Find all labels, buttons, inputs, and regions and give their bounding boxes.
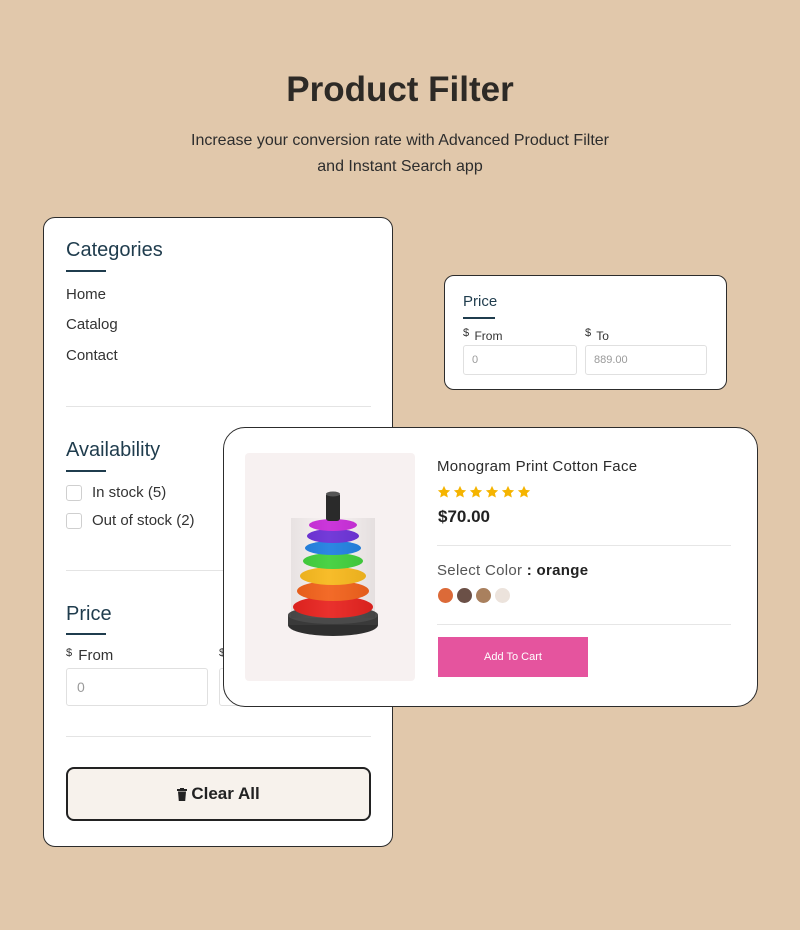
star-icon <box>485 485 499 498</box>
category-catalog[interactable]: Catalog <box>66 316 118 333</box>
select-color-label: Select Color : orange <box>437 562 589 579</box>
availability-underline <box>66 470 106 472</box>
subtitle-line-1: Increase your conversion rate with Advan… <box>191 132 609 149</box>
subtitle-line-2: and Instant Search app <box>317 158 483 175</box>
page-title: Product Filter <box>286 70 514 109</box>
swatch-orange[interactable] <box>438 588 453 603</box>
category-home[interactable]: Home <box>66 286 106 303</box>
clear-all-button[interactable]: Clear All <box>66 767 371 821</box>
categories-title: Categories <box>66 239 163 261</box>
product-divider <box>437 624 731 625</box>
categories-underline <box>66 270 106 272</box>
product-image[interactable] <box>245 453 415 681</box>
price-widget-underline <box>463 317 495 319</box>
star-icon <box>517 485 531 498</box>
price-widget-from-label: $ From <box>463 327 503 343</box>
currency-symbol: $ <box>66 647 73 659</box>
price-widget: Price $ From $ To <box>444 275 727 390</box>
product-card: Monogram Print Cotton Face $70.00 Select… <box>223 427 758 707</box>
category-contact[interactable]: Contact <box>66 347 118 364</box>
price-widget-title: Price <box>463 293 498 310</box>
add-to-cart-button[interactable]: Add To Cart <box>438 637 588 677</box>
trash-icon <box>177 787 188 801</box>
availability-out-of-stock[interactable]: Out of stock (2) <box>66 512 195 529</box>
stacking-rings-toy-image <box>288 491 378 636</box>
selected-color-value: : orange <box>526 562 589 579</box>
swatch-cream[interactable] <box>495 588 510 603</box>
price-title: Price <box>66 603 112 625</box>
in-stock-label: In stock (5) <box>92 484 167 501</box>
price-from-label: $ From <box>66 647 114 664</box>
rating-stars <box>437 485 531 499</box>
price-widget-to-label: $ To <box>585 327 609 343</box>
out-of-stock-checkbox[interactable] <box>66 512 82 529</box>
star-icon <box>501 485 515 498</box>
star-icon <box>469 485 483 498</box>
price-widget-to-input[interactable] <box>585 345 707 375</box>
swatch-dark-brown[interactable] <box>457 588 472 603</box>
swatch-tan[interactable] <box>476 588 491 603</box>
availability-in-stock[interactable]: In stock (5) <box>66 484 166 501</box>
price-widget-from-input[interactable] <box>463 345 577 375</box>
price-from-input[interactable] <box>66 668 208 706</box>
product-divider <box>437 545 731 546</box>
page-subtitle: Increase your conversion rate with Advan… <box>150 128 650 180</box>
clear-all-label: Clear All <box>191 784 260 803</box>
color-swatches <box>438 588 510 603</box>
availability-title: Availability <box>66 439 161 461</box>
product-name[interactable]: Monogram Print Cotton Face <box>437 458 637 475</box>
star-icon <box>437 485 451 498</box>
star-icon <box>453 485 467 498</box>
price-underline <box>66 633 106 635</box>
divider <box>66 406 371 407</box>
product-price: $70.00 <box>438 507 490 526</box>
in-stock-checkbox[interactable] <box>66 484 82 501</box>
out-of-stock-label: Out of stock (2) <box>92 512 195 529</box>
divider <box>66 736 371 737</box>
